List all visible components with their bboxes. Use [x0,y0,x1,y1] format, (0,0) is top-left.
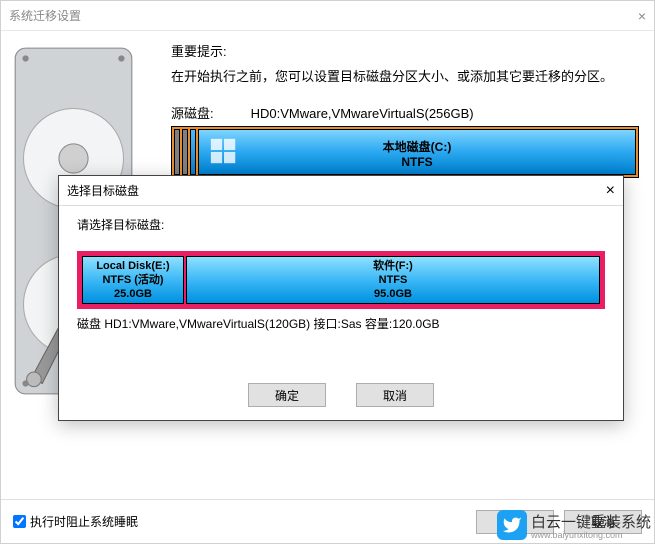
select-target-disk-dialog: 选择目标磁盘 × 请选择目标磁盘: Local Disk(E:) NTFS (活… [58,175,624,421]
prevent-sleep-checkbox[interactable] [13,515,26,528]
partition-e[interactable]: Local Disk(E:) NTFS (活动) 25.0GB [82,256,184,304]
partition-f-size: 95.0GB [187,287,599,301]
start-button[interactable]: 开始 [476,510,554,534]
dialog-title: 选择目标磁盘 [67,182,606,199]
dialog-close-icon[interactable]: × [606,182,615,200]
source-disk-bar[interactable]: 本地磁盘(C:) NTFS [171,126,639,178]
source-disk-row: 源磁盘: HD0:VMware,VMwareVirtualS(256GB) [171,103,639,122]
partition-e-size: 25.0GB [83,287,183,301]
main-footer: 执行时阻止系统睡眠 开始 取消 [1,499,654,543]
main-titlebar: 系统迁移设置 × [1,1,654,31]
partition-f-name: 软件(F:) [187,259,599,273]
dialog-body: 请选择目标磁盘: Local Disk(E:) NTFS (活动) 25.0GB… [59,206,623,370]
source-disk-label: 源磁盘: [171,103,247,122]
main-cancel-button[interactable]: 取消 [564,510,642,534]
hint-title: 重要提示: [171,41,639,60]
reserved-slot-1 [174,129,180,175]
partition-e-fs: NTFS (活动) [83,273,183,287]
target-disk-info: 磁盘 HD1:VMware,VMwareVirtualS(120GB) 接口:S… [77,315,605,332]
dialog-button-row: 确定 取消 [59,370,623,420]
main-close-icon[interactable]: × [638,8,646,24]
hint-text: 在开始执行之前，您可以设置目标磁盘分区大小、或添加其它要迁移的分区。 [171,66,639,85]
dialog-ok-button[interactable]: 确定 [248,383,326,407]
partition-f[interactable]: 软件(F:) NTFS 95.0GB [186,256,600,304]
dialog-instruction: 请选择目标磁盘: [77,216,605,233]
prevent-sleep-checkbox-wrap[interactable]: 执行时阻止系统睡眠 [13,513,138,530]
partition-c-fs: NTFS [199,155,635,169]
windows-logo-icon [209,136,239,166]
reserved-slot-3 [190,129,196,175]
partition-c[interactable]: 本地磁盘(C:) NTFS [198,129,636,175]
source-disk-value: HD0:VMware,VMwareVirtualS(256GB) [251,106,474,121]
partition-e-name: Local Disk(E:) [83,259,183,273]
target-disk-bar[interactable]: Local Disk(E:) NTFS (活动) 25.0GB 软件(F:) N… [77,251,605,309]
prevent-sleep-label: 执行时阻止系统睡眠 [30,513,138,530]
partition-f-fs: NTFS [187,273,599,287]
dialog-titlebar: 选择目标磁盘 × [59,176,623,206]
reserved-slot-2 [182,129,188,175]
partition-c-name: 本地磁盘(C:) [199,138,635,155]
dialog-cancel-button[interactable]: 取消 [356,383,434,407]
main-window-title: 系统迁移设置 [9,7,638,24]
